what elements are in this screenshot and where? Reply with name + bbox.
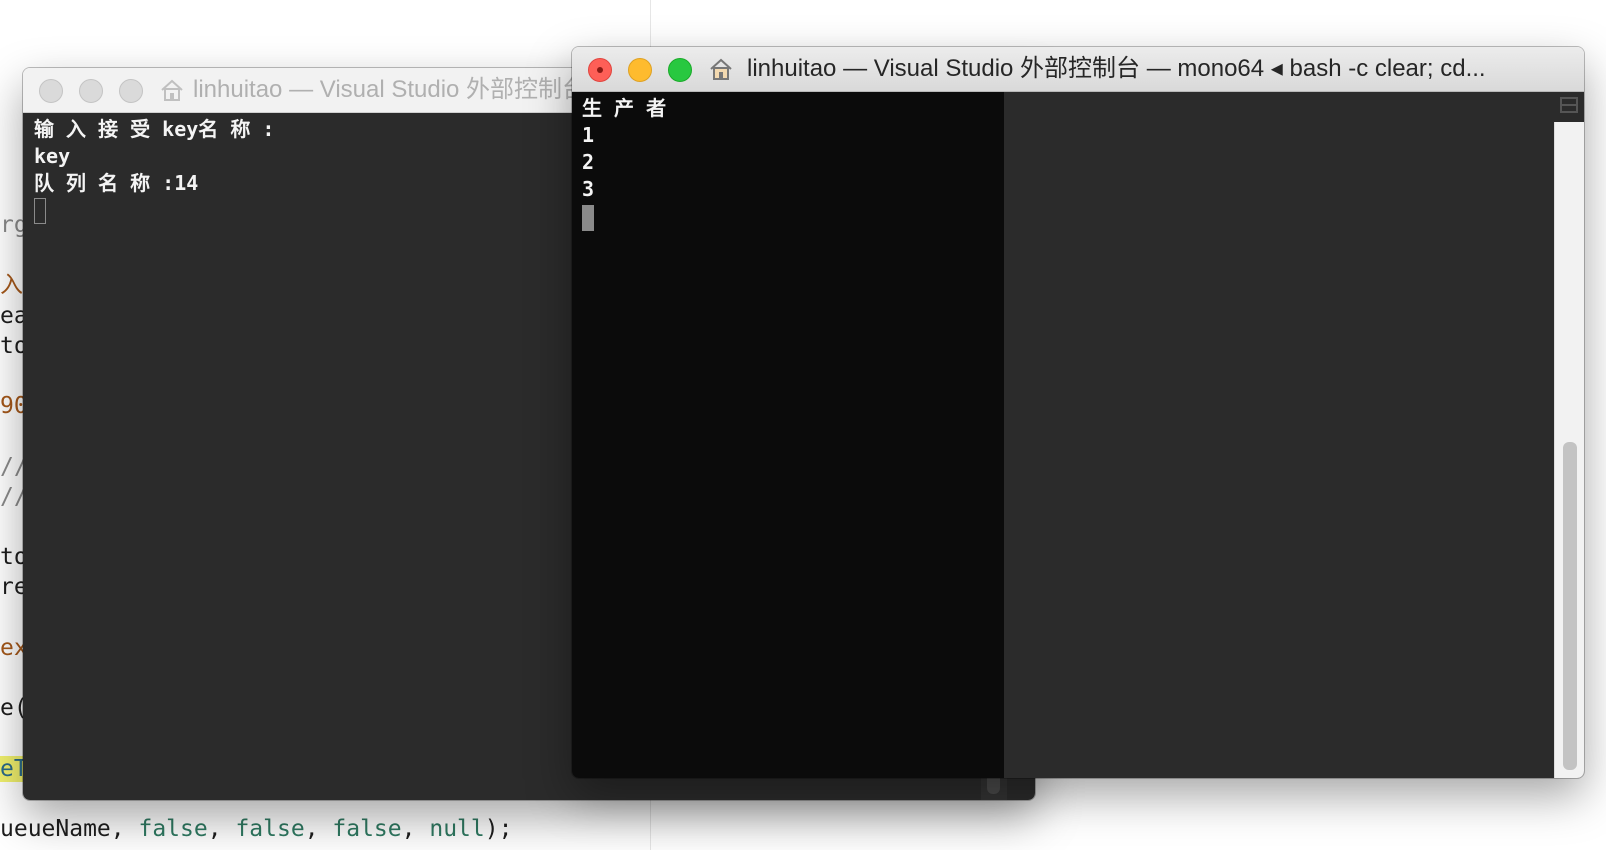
front-terminal-line: 3 (582, 177, 595, 201)
back-window-minimize-button[interactable] (79, 79, 103, 103)
front-terminal-text-area[interactable]: 生 产 者 1 2 3 (572, 92, 1004, 778)
code-token: null (429, 816, 485, 842)
back-terminal-line: 输 入 接 受 key名 称 : (34, 117, 275, 141)
front-terminal-window[interactable]: linhuitao — Visual Studio 外部控制台 — mono64… (572, 47, 1584, 778)
code-token: , (304, 816, 333, 842)
front-terminal-scrollbar[interactable] (1554, 122, 1584, 778)
code-token: , (401, 816, 430, 842)
code-line: ueueName, false, false, false, null); (0, 814, 512, 844)
home-icon (710, 58, 732, 80)
front-terminal-body[interactable]: 生 产 者 1 2 3 (572, 92, 1584, 778)
front-window-title: linhuitao — Visual Studio 外部控制台 — mono64… (747, 55, 1486, 82)
back-terminal-line: key (34, 144, 71, 168)
back-terminal-line: 队 列 名 称 :14 (34, 171, 199, 195)
back-terminal-cursor (34, 198, 46, 224)
front-terminal-line: 1 (582, 123, 595, 147)
code-token: false (235, 816, 305, 842)
code-token: false (138, 816, 208, 842)
front-window-titlebar[interactable]: linhuitao — Visual Studio 外部控制台 — mono64… (572, 47, 1584, 92)
zoom-button[interactable] (668, 58, 692, 82)
front-terminal-line: 2 (582, 150, 595, 174)
close-button[interactable] (588, 58, 612, 82)
code-token: false (332, 816, 402, 842)
minimize-button[interactable] (628, 58, 652, 82)
code-token: ueueName, (0, 816, 139, 842)
code-token: , (207, 816, 236, 842)
code-token: ); (484, 816, 513, 842)
front-terminal-scroll-thumb[interactable] (1563, 442, 1577, 770)
front-terminal-cursor (582, 205, 594, 231)
back-window-zoom-button[interactable] (119, 79, 143, 103)
split-pane-icon[interactable] (1560, 97, 1578, 113)
back-window-close-button[interactable] (39, 79, 63, 103)
front-terminal-line: 生 产 者 (582, 96, 667, 120)
close-icon (597, 67, 603, 73)
home-icon (161, 79, 183, 101)
